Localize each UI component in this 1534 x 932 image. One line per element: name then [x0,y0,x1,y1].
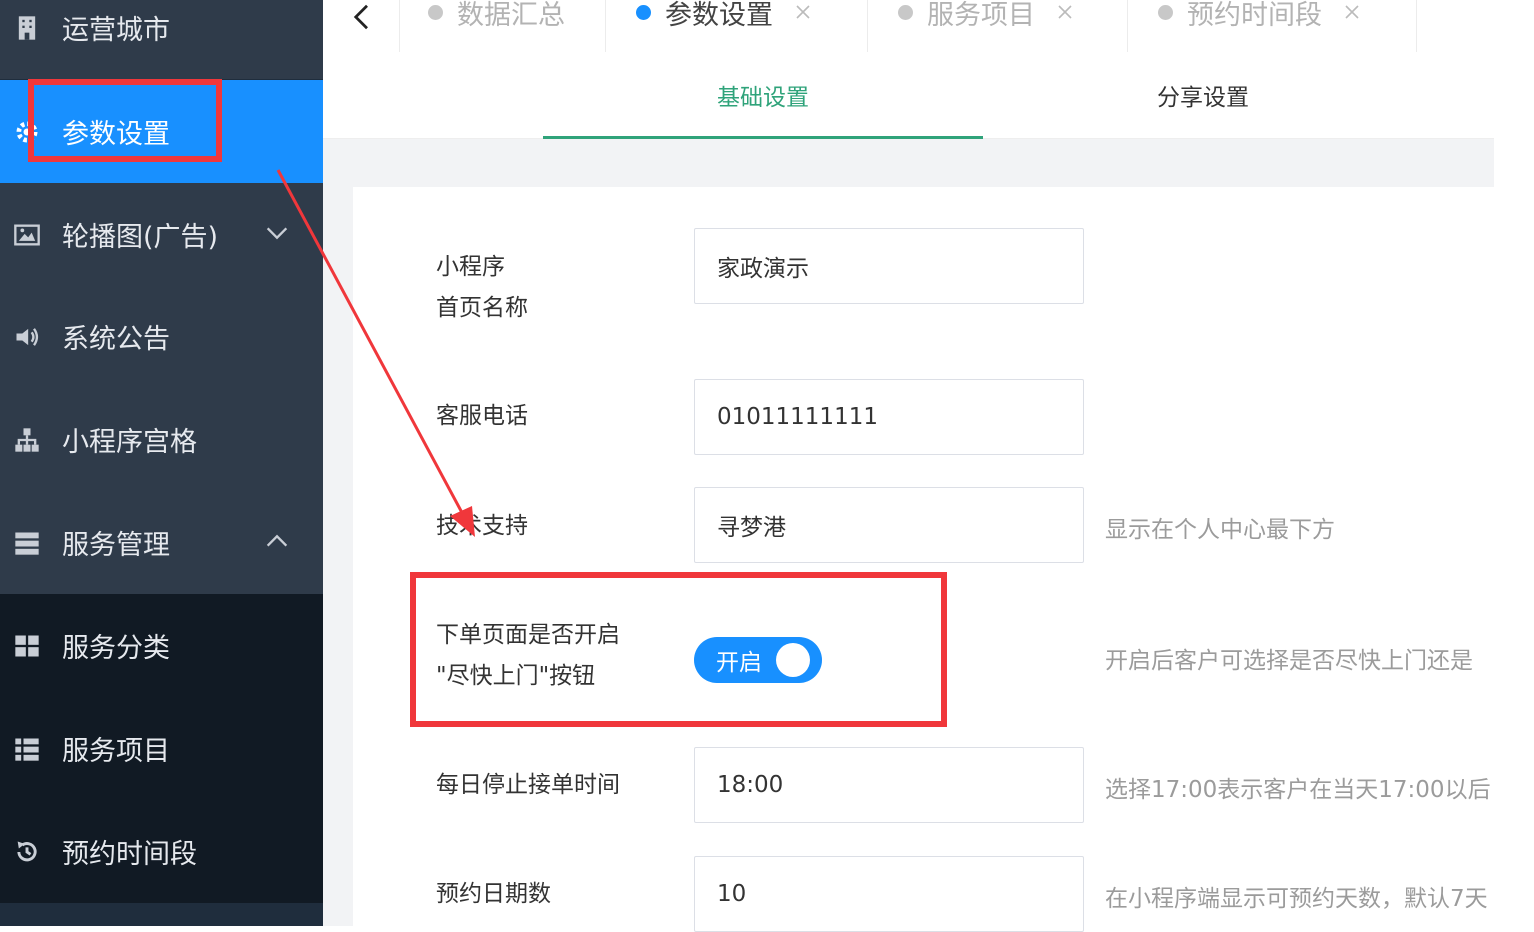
close-icon[interactable] [1055,2,1075,22]
booking-days-label: 预约日期数 [436,881,551,907]
asap-hint: 开启后客户可选择是否尽快上门还是 [1105,648,1473,674]
tab-status-dot [898,4,913,20]
sidebar-item-service-items[interactable]: 服务项目 [0,697,323,800]
chevron-left-icon[interactable] [347,2,377,32]
booking-days-hint: 在小程序端显示可预约天数，默认7天 [1105,886,1488,912]
chevron-up-icon[interactable] [263,527,291,555]
sidebar-item-time-slots[interactable]: 预约时间段 [0,800,323,903]
tab-status-dot [428,4,443,20]
tab-time-slots[interactable]: 预约时间段 [1127,0,1417,52]
tab-status-dot [1158,4,1173,20]
daily-stop-time-label: 每日停止接单时间 [436,772,620,798]
speaker-icon [12,322,42,352]
sidebar-item-label: 小程序宫格 [62,427,197,458]
sidebar-item-label: 服务项目 [62,736,170,767]
sidebar-item-label: 服务分类 [62,633,170,664]
tab-service-items[interactable]: 服务项目 [867,0,1127,52]
sitemap-icon [12,425,42,455]
sidebar-item-label: 运营城市 [62,15,170,46]
sidebar-item-announcement[interactable]: 系统公告 [0,285,323,388]
tab-data-summary[interactable]: 数据汇总 [399,0,605,52]
tab-status-dot [636,4,651,20]
building-icon [12,13,42,43]
annotation-box-sidebar [28,79,222,162]
sidebar-item-service-management[interactable]: 服务管理 [0,491,323,594]
miniapp-name-label: 小程序 首页名称 [436,254,528,321]
chevron-down-icon[interactable] [263,219,291,247]
tech-support-input[interactable]: 寻梦港 [694,487,1084,563]
page-right-margin [1494,0,1534,926]
daily-stop-time-hint: 选择17:00表示客户在当天17:00以后 [1105,777,1491,803]
image-icon [12,220,42,250]
tab-bar: 数据汇总 参数设置 服务项目 预约时间段 [323,0,1494,53]
tab-parameter-settings[interactable]: 参数设置 [605,0,867,52]
sidebar-item-miniapp-grid[interactable]: 小程序宫格 [0,388,323,491]
sidebar-item-carousel[interactable]: 轮播图(广告) [0,183,323,286]
history-icon [12,837,42,867]
subtab-basic-settings[interactable]: 基础设置 [543,52,983,139]
close-icon[interactable] [1342,2,1362,22]
subtab-share-settings[interactable]: 分享设置 [983,52,1423,138]
close-icon[interactable] [793,2,813,22]
sidebar-item-label: 预约时间段 [62,839,197,870]
tech-support-label: 技术支持 [436,513,528,539]
service-phone-input[interactable]: 01011111111 [694,379,1084,455]
daily-stop-time-input[interactable]: 18:00 [694,747,1084,823]
list-icon [12,734,42,764]
grid-icon [12,631,42,661]
settings-subtabs: 基础设置 分享设置 [323,52,1494,139]
sidebar-item-label: 系统公告 [62,324,170,355]
server-icon [12,528,42,558]
miniapp-name-input[interactable]: 家政演示 [694,228,1084,304]
sidebar-item-label: 轮播图(广告) [62,222,219,253]
tech-support-hint: 显示在个人中心最下方 [1105,517,1335,543]
sidebar-item-label: 服务管理 [62,530,170,561]
booking-days-input[interactable]: 10 [694,856,1084,932]
annotation-box-toggle [410,572,947,727]
sidebar-item-operating-city[interactable]: 运营城市 [0,0,323,79]
service-phone-label: 客服电话 [436,403,528,429]
sidebar-item-service-category[interactable]: 服务分类 [0,594,323,697]
